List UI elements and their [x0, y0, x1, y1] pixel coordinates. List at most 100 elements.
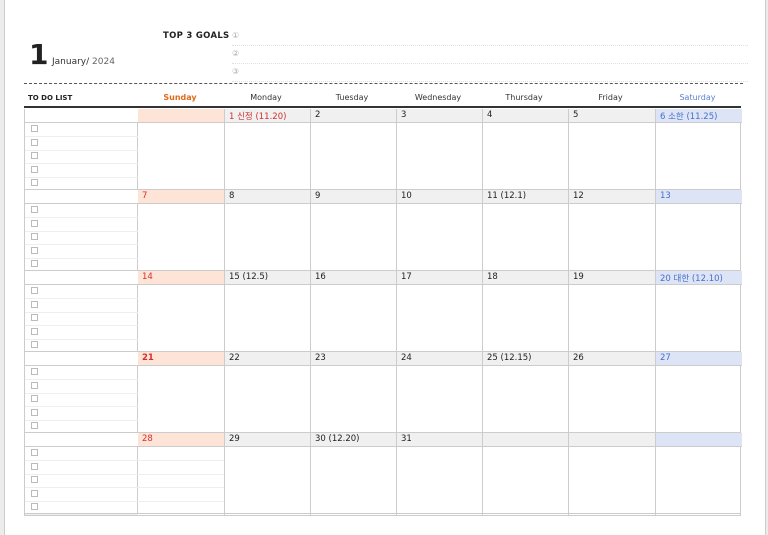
todo-line: [25, 500, 138, 502]
date-cell-friday[interactable]: [569, 433, 655, 447]
week-row-2: 7 8 9 10 11 (12.1) 12 13: [25, 190, 742, 272]
date-cell-tuesday[interactable]: 23: [311, 352, 396, 366]
date-cell-saturday[interactable]: [656, 433, 742, 447]
todo-week-band: [25, 433, 138, 447]
date-cell-wednesday[interactable]: 24: [397, 352, 482, 366]
todo-week-band: [25, 352, 138, 366]
year-label: 2024: [92, 57, 115, 67]
date-number: 25 (12.15): [487, 353, 532, 363]
todo-line: [25, 392, 138, 394]
week-row-3: 14 15 (12.5) 16 17 18 19 20 대한 (12.10): [25, 271, 742, 353]
date-cell-wednesday[interactable]: 3: [397, 109, 482, 123]
todo-checkbox[interactable]: [31, 503, 38, 510]
todo-checkbox[interactable]: [31, 381, 38, 389]
dayname-saturday: Saturday: [679, 93, 716, 102]
note-line: [138, 487, 224, 488]
todo-checkbox[interactable]: [31, 368, 38, 375]
date-cell-saturday[interactable]: 27: [656, 352, 742, 366]
date-cell-monday[interactable]: 29: [225, 433, 310, 447]
date-cell-thursday[interactable]: 11 (12.1): [483, 190, 568, 204]
date-cell-tuesday[interactable]: 16: [311, 271, 396, 285]
date-cell-wednesday[interactable]: 31: [397, 433, 482, 447]
dayname-friday: Friday: [598, 93, 623, 102]
goal-marker-3: ③: [232, 67, 240, 76]
goal-line-3[interactable]: ③: [232, 65, 748, 82]
todo-checkbox[interactable]: [31, 422, 38, 429]
date-number: 3: [401, 110, 407, 120]
date-cell-monday[interactable]: 1 신정 (11.20): [225, 109, 310, 123]
todo-line: [25, 379, 138, 380]
todo-week-band: [25, 109, 138, 123]
date-cell-sunday[interactable]: 7: [138, 190, 224, 204]
todo-checkbox[interactable]: [31, 462, 38, 470]
todo-checkbox[interactable]: [31, 341, 38, 348]
date-number: 19: [573, 272, 584, 282]
todo-checkbox[interactable]: [31, 287, 38, 294]
todo-checkbox[interactable]: [31, 125, 38, 132]
date-cell-saturday[interactable]: 20 대한 (12.10): [656, 271, 742, 285]
date-number: 21: [142, 353, 154, 363]
goal-line-1[interactable]: ①: [232, 29, 748, 46]
date-cell-thursday[interactable]: [483, 433, 568, 447]
todo-checkbox[interactable]: [31, 165, 38, 173]
todo-checkbox[interactable]: [31, 408, 38, 416]
todo-checkbox[interactable]: [31, 395, 38, 402]
date-cell-friday[interactable]: 5: [569, 109, 655, 123]
date-cell-thursday[interactable]: 18: [483, 271, 568, 285]
todo-checkbox[interactable]: [31, 476, 38, 483]
todo-checkbox[interactable]: [31, 219, 38, 227]
todo-checkbox[interactable]: [31, 152, 38, 159]
todo-line: [25, 514, 138, 515]
month-year-label: January/ 2024: [52, 57, 115, 67]
goal-line-2[interactable]: ②: [232, 47, 748, 64]
date-number: 16: [315, 272, 326, 282]
todo-checkbox[interactable]: [31, 206, 38, 213]
date-cell-wednesday[interactable]: 10: [397, 190, 482, 204]
date-number: 8: [229, 191, 235, 201]
date-cell-monday[interactable]: 15 (12.5): [225, 271, 310, 285]
date-cell-sunday[interactable]: 21: [138, 352, 224, 366]
date-cell-thursday[interactable]: 25 (12.15): [483, 352, 568, 366]
dayname-thursday: Thursday: [505, 93, 543, 102]
date-cell-saturday[interactable]: 6 소한 (11.25): [656, 109, 742, 123]
date-cell-sunday[interactable]: [138, 109, 224, 123]
todo-line: [25, 257, 138, 259]
todo-checkbox[interactable]: [31, 179, 38, 186]
dayname-wednesday: Wednesday: [414, 93, 462, 102]
todo-checkbox[interactable]: [31, 300, 38, 308]
todo-checkbox[interactable]: [31, 489, 38, 497]
date-cell-thursday[interactable]: 4: [483, 109, 568, 123]
date-number: 4: [487, 110, 493, 120]
todo-line: [25, 311, 138, 313]
todo-checkbox[interactable]: [31, 246, 38, 254]
date-cell-tuesday[interactable]: 30 (12.20): [311, 433, 396, 447]
week-row-1: 1 신정 (11.20) 2 3 4 5 6 소한 (11.25): [25, 109, 742, 191]
date-cell-saturday[interactable]: 13: [656, 190, 742, 204]
date-cell-monday[interactable]: 8: [225, 190, 310, 204]
date-number: 26: [573, 353, 584, 363]
date-cell-friday[interactable]: 12: [569, 190, 655, 204]
date-number: 31: [401, 434, 412, 444]
todo-line: [25, 419, 138, 421]
todo-line: [25, 298, 138, 299]
date-number: 20 대한 (12.10): [660, 274, 723, 284]
date-cell-wednesday[interactable]: 17: [397, 271, 482, 285]
todo-checkbox[interactable]: [31, 138, 38, 146]
date-cell-sunday[interactable]: 14: [138, 271, 224, 285]
month-number: 1: [29, 38, 49, 71]
todo-checkbox[interactable]: [31, 449, 38, 456]
date-number: 24: [401, 353, 412, 363]
todo-checkbox[interactable]: [31, 314, 38, 321]
date-cell-tuesday[interactable]: 9: [311, 190, 396, 204]
todo-line: [25, 487, 138, 488]
date-cell-sunday[interactable]: 28: [138, 433, 224, 447]
date-cell-friday[interactable]: 19: [569, 271, 655, 285]
todo-checkbox[interactable]: [31, 233, 38, 240]
date-cell-tuesday[interactable]: 2: [311, 109, 396, 123]
todo-checkbox[interactable]: [31, 260, 38, 267]
todo-checkbox[interactable]: [31, 327, 38, 335]
date-cell-monday[interactable]: 22: [225, 352, 310, 366]
todo-line: [25, 338, 138, 340]
date-cell-friday[interactable]: 26: [569, 352, 655, 366]
todo-list-heading: TO DO LIST: [28, 94, 73, 102]
